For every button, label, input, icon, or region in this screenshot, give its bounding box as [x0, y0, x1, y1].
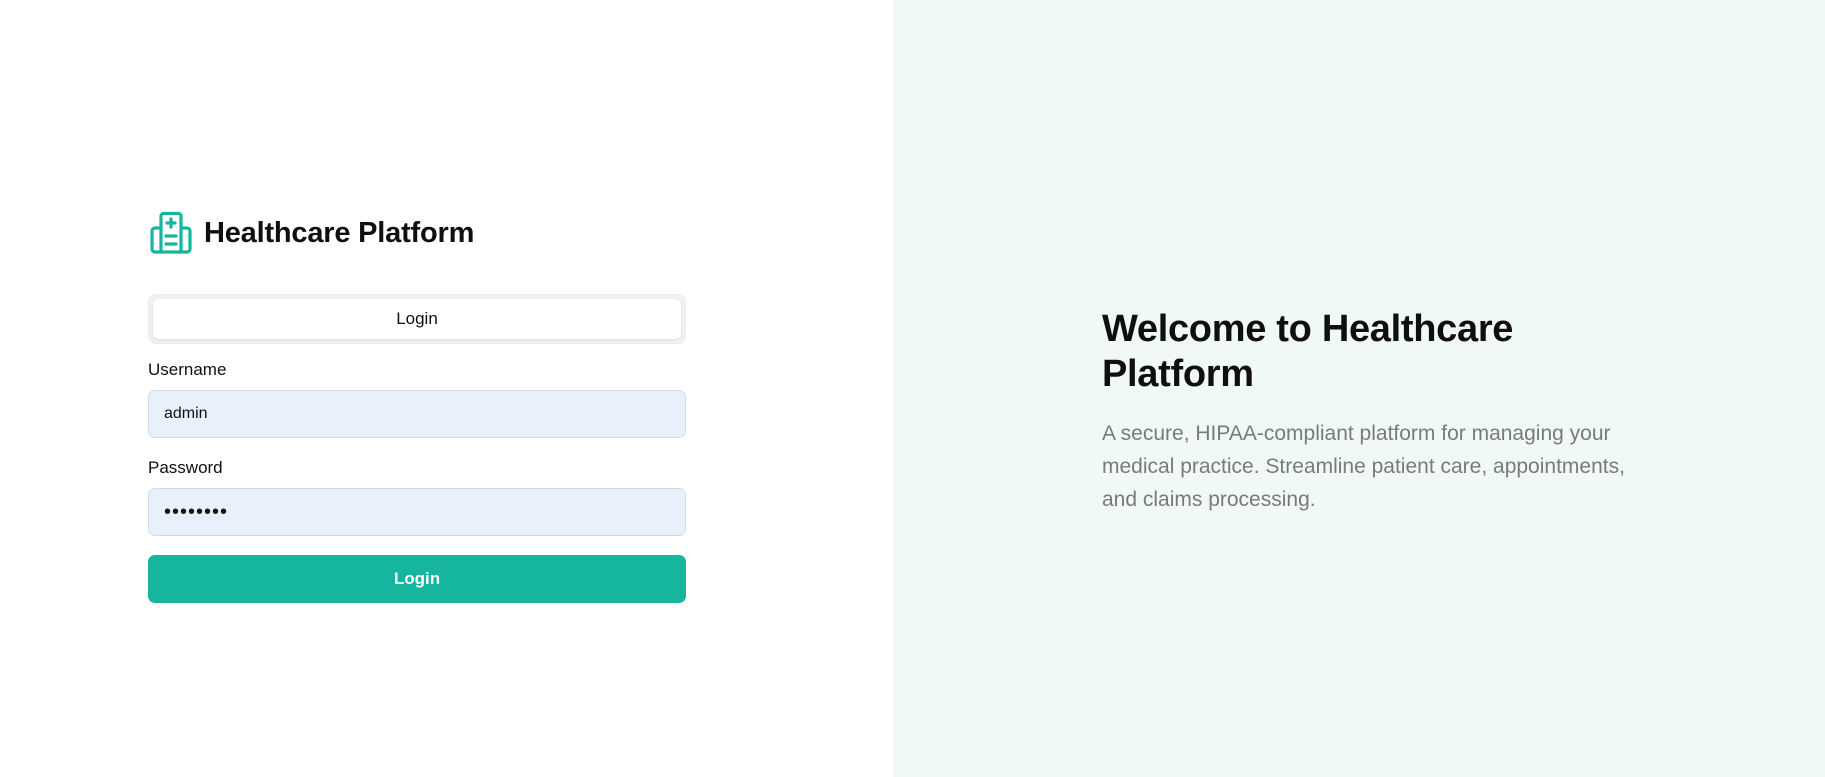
username-label: Username [148, 360, 227, 379]
login-panel: Healthcare Platform Login Username Passw… [0, 0, 893, 777]
username-input[interactable] [148, 390, 686, 438]
password-input[interactable] [148, 488, 686, 536]
auth-tabs: Login [148, 294, 686, 344]
brand-header: Healthcare Platform [148, 210, 686, 256]
welcome-description: A secure, HIPAA-compliant platform for m… [1102, 422, 1625, 511]
welcome-title: Welcome to Healthcare Platform [1102, 308, 1514, 395]
login-button[interactable]: Login [148, 555, 686, 603]
welcome-panel: Welcome to Healthcare Platform A secure,… [893, 0, 1825, 777]
password-label: Password [148, 458, 223, 477]
login-form: Healthcare Platform Login Username Passw… [148, 210, 686, 603]
tab-login[interactable]: Login [153, 299, 681, 339]
welcome-section: Welcome to Healthcare Platform A secure,… [1102, 307, 1662, 516]
brand-title: Healthcare Platform [204, 216, 475, 249]
hospital-icon [148, 210, 194, 256]
